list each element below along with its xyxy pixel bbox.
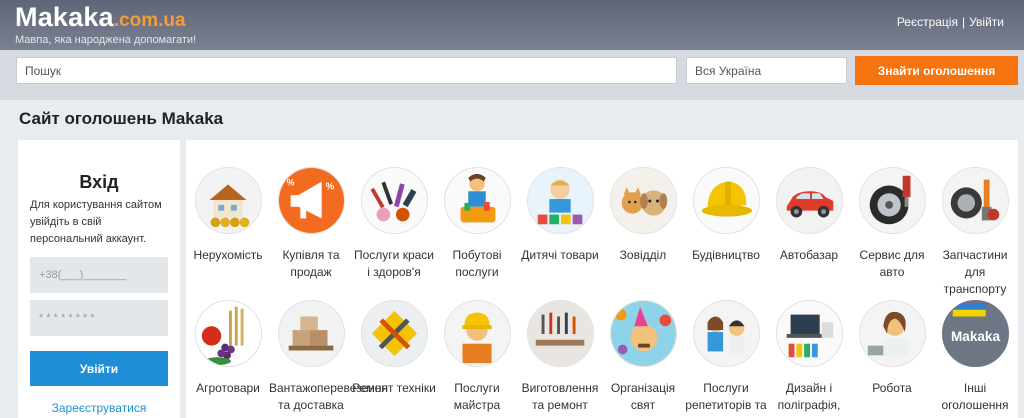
- category-item[interactable]: Побутові послуги: [435, 167, 519, 281]
- search-button[interactable]: Знайти оголошення: [855, 56, 1018, 85]
- car-icon: [775, 167, 843, 234]
- category-label: Побутові послуги: [452, 248, 502, 279]
- register-link[interactable]: Реєстрація: [897, 15, 958, 29]
- category-item[interactable]: Автобазар: [767, 167, 851, 264]
- design-icon: [775, 300, 843, 367]
- makaka-flag-icon: Makaka: [941, 300, 1009, 367]
- category-item[interactable]: %% Купівля та продаж: [269, 167, 353, 281]
- category-label: Сервис для авто: [859, 248, 925, 279]
- category-label: Автобазар: [779, 248, 839, 262]
- category-item[interactable]: Запчастини для транспорту: [933, 167, 1017, 298]
- category-item[interactable]: Зовідділ: [601, 167, 685, 264]
- category-item[interactable]: Вантажоперевезення та доставка: [269, 300, 389, 414]
- category-label: Організація свят: [610, 381, 676, 412]
- logo-text: Makaka: [15, 2, 114, 32]
- category-label: Робота: [872, 381, 912, 395]
- category-item[interactable]: Сервис для авто: [850, 167, 934, 281]
- agro-icon: [194, 300, 262, 367]
- login-panel: Вхід Для користування сайтом увійдіть в …: [18, 140, 180, 418]
- kids-toys-icon: [526, 167, 594, 234]
- login-link[interactable]: Увійти: [969, 15, 1004, 29]
- tire-service-icon: [858, 167, 926, 234]
- link-separator: |: [961, 15, 966, 29]
- svg-text:%: %: [286, 177, 294, 187]
- login-button[interactable]: Увійти: [30, 351, 168, 386]
- workshop-icon: [526, 300, 594, 367]
- register-account-link[interactable]: Зареєструватися: [18, 401, 180, 415]
- category-item[interactable]: Послуги репетиторів та: [684, 300, 768, 414]
- category-label: Агротовари: [196, 381, 260, 395]
- category-item[interactable]: Дитячі товари: [518, 167, 602, 264]
- category-item[interactable]: Дизайн і поліграфія,: [767, 300, 851, 414]
- category-label: Вантажоперевезення та доставка: [269, 381, 389, 412]
- party-icon: [609, 300, 677, 367]
- cosmetics-icon: [360, 167, 428, 234]
- page-title: Сайт оголошень Makaka: [19, 109, 224, 128]
- house-icon: [194, 167, 262, 234]
- password-input[interactable]: [30, 300, 168, 336]
- car-parts-icon: [941, 167, 1009, 234]
- category-item[interactable]: Робота: [850, 300, 934, 397]
- site-logo[interactable]: Makaka.com.ua: [15, 2, 186, 33]
- category-item[interactable]: Будівництво: [684, 167, 768, 264]
- handyman-icon: [443, 300, 511, 367]
- auth-links: Реєстрація | Увійти: [897, 15, 1004, 29]
- category-item[interactable]: Послуги майстра: [435, 300, 519, 414]
- svg-text:Makaka: Makaka: [950, 329, 1000, 344]
- tutor-icon: [692, 300, 760, 367]
- category-label: Дитячі товари: [521, 248, 599, 262]
- boxes-icon: [277, 300, 345, 367]
- logo-domain: .com.ua: [113, 10, 186, 31]
- login-title: Вхід: [79, 172, 119, 192]
- category-label: Купівля та продаж: [282, 248, 340, 279]
- search-input[interactable]: [16, 57, 677, 84]
- site-header: Makaka.com.ua Мавпа, яка народжена допом…: [0, 0, 1024, 50]
- category-item[interactable]: Виготовлення та ремонт: [518, 300, 602, 414]
- category-label: Нерухомість: [193, 248, 263, 262]
- category-label: Зовідділ: [619, 248, 667, 262]
- pets-icon: [609, 167, 677, 234]
- site-tagline: Мавпа, яка народжена допомагати!: [15, 34, 197, 46]
- job-icon: [858, 300, 926, 367]
- tools-icon: [360, 300, 428, 367]
- phone-input[interactable]: [30, 257, 168, 293]
- categories-grid: Нерухомість %% Купівля та продаж Послуги…: [186, 140, 1018, 418]
- category-item[interactable]: Агротовари: [186, 300, 270, 397]
- category-item[interactable]: Makaka Інші оголошення: [933, 300, 1017, 414]
- hard-hat-icon: [692, 167, 760, 234]
- category-label: Ремонт техніки: [352, 381, 436, 395]
- category-label: Послуги репетиторів та: [685, 381, 767, 412]
- category-label: Будівництво: [692, 248, 760, 262]
- category-label: Виготовлення та ремонт: [521, 381, 599, 412]
- category-item[interactable]: Ремонт техніки: [352, 300, 436, 397]
- category-item[interactable]: Організація свят: [601, 300, 685, 414]
- cleaning-icon: [443, 167, 511, 234]
- category-label: Послуги краси і здоров'я: [353, 248, 434, 279]
- svg-text:%: %: [325, 181, 334, 192]
- category-label: Інші оголошення: [941, 381, 1009, 412]
- megaphone-icon: %%: [277, 167, 345, 234]
- category-item[interactable]: Нерухомість: [186, 167, 270, 264]
- region-select[interactable]: [686, 57, 847, 84]
- login-description: Для користування сайтом увійдіть в свій …: [30, 199, 162, 245]
- category-label: Дизайн і поліграфія,: [777, 381, 841, 412]
- category-label: Послуги майстра: [453, 381, 501, 412]
- category-label: Запчастини для транспорту: [942, 248, 1008, 296]
- category-item[interactable]: Послуги краси і здоров'я: [352, 167, 436, 281]
- search-bar: Знайти оголошення: [0, 50, 1024, 100]
